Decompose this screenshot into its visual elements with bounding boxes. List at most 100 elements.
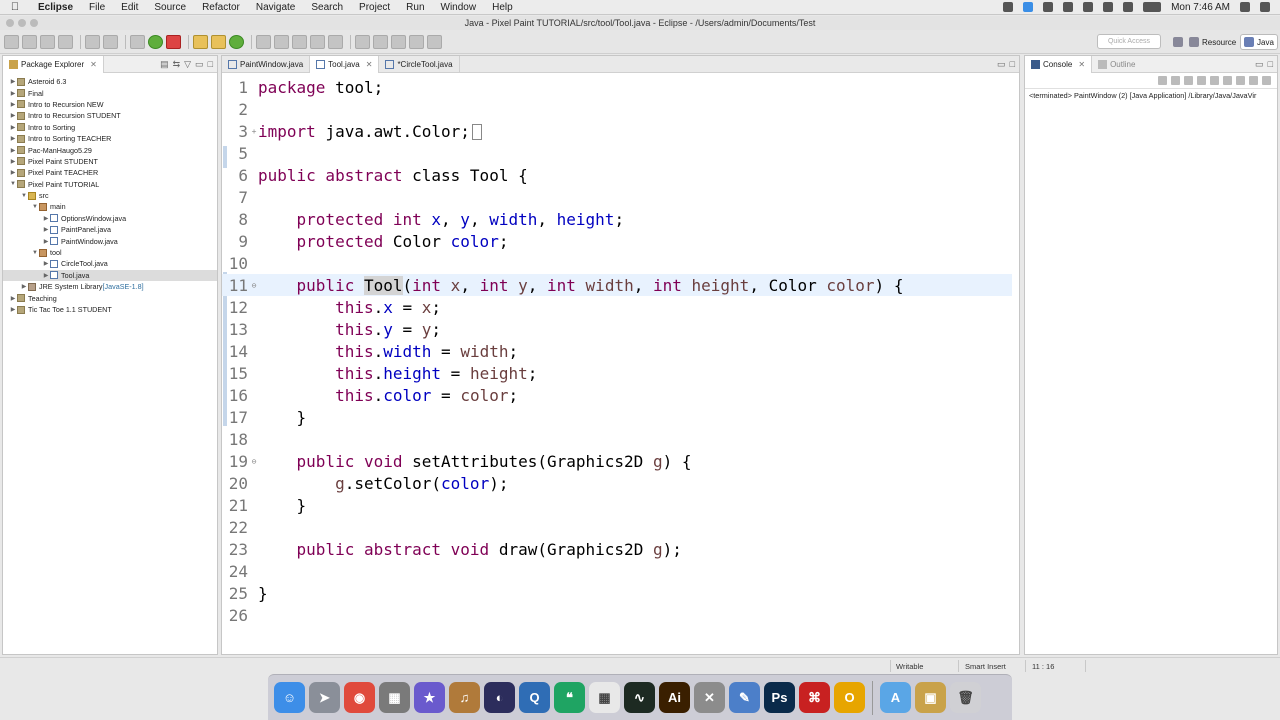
- tree-item[interactable]: ▶ Pixel Paint STUDENT: [3, 156, 217, 167]
- eclipse-icon[interactable]: ◐: [484, 682, 515, 713]
- tree-item[interactable]: ▶ PaintPanel.java: [3, 224, 217, 235]
- clock[interactable]: Mon 7:46 AM: [1171, 2, 1230, 13]
- collapsed-arrow-icon[interactable]: ▶: [42, 215, 50, 222]
- tab-package-explorer[interactable]: Package Explorer ✕: [3, 55, 104, 73]
- expand-fold-icon[interactable]: +: [250, 127, 258, 136]
- tree-item[interactable]: ▶ Intro to Recursion STUDENT: [3, 110, 217, 121]
- new-icon[interactable]: [4, 34, 19, 49]
- tree-item[interactable]: ▶ Tool.java: [3, 269, 217, 282]
- previous-annotation-icon[interactable]: [373, 34, 388, 49]
- save-all-icon[interactable]: [40, 34, 55, 49]
- tree-item[interactable]: ▶ Final: [3, 87, 217, 98]
- tree-item[interactable]: ▶ Intro to Sorting: [3, 122, 217, 133]
- menu-help[interactable]: Help: [484, 2, 521, 13]
- tree-item[interactable]: ▼ Pixel Paint TUTORIAL: [3, 179, 217, 190]
- tab-outline[interactable]: Outline: [1092, 56, 1141, 73]
- last-edit-location-icon[interactable]: [391, 34, 406, 49]
- code-line[interactable]: 18: [222, 428, 1012, 450]
- chrome-icon[interactable]: ◉: [344, 682, 375, 713]
- close-window-icon[interactable]: [6, 19, 14, 27]
- menu-source[interactable]: Source: [146, 2, 194, 13]
- imovie-icon[interactable]: ★: [414, 682, 445, 713]
- code-line[interactable]: 3 + import java.awt.Color;: [222, 120, 1012, 142]
- word-wrap-icon[interactable]: [1223, 76, 1232, 85]
- tree-item[interactable]: ▶ Teaching: [3, 292, 217, 303]
- tree-item[interactable]: ▶ OptionsWindow.java: [3, 213, 217, 224]
- tree-item[interactable]: ▼ tool: [3, 247, 217, 258]
- collapsed-arrow-icon[interactable]: ▶: [9, 90, 17, 97]
- menu-run[interactable]: Run: [398, 2, 432, 13]
- collapsed-arrow-icon[interactable]: ▶: [42, 238, 50, 245]
- minimize-icon[interactable]: ▭: [195, 59, 204, 70]
- tab-tool-java[interactable]: Tool.java ✕: [310, 55, 380, 73]
- maximize-icon[interactable]: □: [1268, 59, 1273, 70]
- code-line[interactable]: 19 ⊖ public void setAttributes(Graphics2D…: [222, 450, 1012, 472]
- applications-folder-icon[interactable]: A: [880, 682, 911, 713]
- toggle-mark-occurrences-icon[interactable]: [292, 34, 307, 49]
- scroll-lock-icon[interactable]: [1210, 76, 1219, 85]
- close-icon[interactable]: ✕: [90, 56, 97, 73]
- code-editor[interactable]: 1 package tool; 2 3 + import java.awt.Color; 5…: [222, 73, 1019, 653]
- menu-refactor[interactable]: Refactor: [194, 2, 248, 13]
- code-line[interactable]: 23 public abstract void draw(Graphics2D …: [222, 538, 1012, 560]
- tab-circletool-java[interactable]: *CircleTool.java: [379, 55, 460, 73]
- textedit-icon[interactable]: ✎: [729, 682, 760, 713]
- quicktime-icon[interactable]: Q: [519, 682, 550, 713]
- code-line[interactable]: 9 protected Color color;: [222, 230, 1012, 252]
- link-with-editor-icon[interactable]: ⇆: [173, 59, 181, 70]
- collapsed-arrow-icon[interactable]: ▶: [9, 135, 17, 142]
- bluetooth-icon[interactable]: [1083, 2, 1094, 12]
- omnifocus-icon[interactable]: O: [834, 682, 865, 713]
- code-line[interactable]: 5: [222, 142, 1012, 164]
- collapse-fold-icon[interactable]: ⊖: [250, 281, 258, 290]
- build-icon[interactable]: [85, 34, 100, 49]
- status-insert-mode[interactable]: Smart Insert: [965, 662, 1006, 671]
- tab-console[interactable]: Console ✕: [1025, 55, 1093, 73]
- open-perspective-button[interactable]: [1170, 34, 1186, 50]
- app-menu[interactable]: Eclipse: [30, 2, 81, 13]
- collapsed-arrow-icon[interactable]: ▶: [9, 124, 17, 131]
- code-line[interactable]: 26: [222, 604, 1012, 626]
- hangouts-icon[interactable]: ❝: [554, 682, 585, 713]
- volume-icon[interactable]: [1123, 2, 1134, 12]
- minimize-icon[interactable]: ▭: [997, 59, 1006, 70]
- sync-icon[interactable]: [1043, 2, 1054, 12]
- battery-icon[interactable]: [1143, 2, 1162, 12]
- code-line[interactable]: 10: [222, 252, 1012, 274]
- open-console-icon[interactable]: [1262, 76, 1271, 85]
- code-line[interactable]: 22: [222, 516, 1012, 538]
- tree-item[interactable]: ▼ src: [3, 190, 217, 201]
- collapsed-arrow-icon[interactable]: ▶: [9, 158, 17, 165]
- print-icon[interactable]: [58, 34, 73, 49]
- code-line[interactable]: 25}: [222, 582, 1012, 604]
- trash-icon[interactable]: 🗑: [950, 682, 981, 713]
- remove-all-icon[interactable]: [1184, 76, 1193, 85]
- collapsed-arrow-icon[interactable]: ▶: [9, 295, 17, 302]
- next-annotation-icon[interactable]: [355, 34, 370, 49]
- maximize-icon[interactable]: □: [208, 59, 213, 70]
- forward-icon[interactable]: [427, 34, 442, 49]
- save-icon[interactable]: [22, 34, 37, 49]
- menu-project[interactable]: Project: [351, 2, 398, 13]
- calculator-icon[interactable]: ▦: [379, 682, 410, 713]
- collapse-all-icon[interactable]: ▤: [160, 59, 169, 70]
- tree-item[interactable]: ▶ Pac-ManHaugo5.29: [3, 144, 217, 155]
- tree-item[interactable]: ▼ main: [3, 201, 217, 212]
- collapsed-arrow-icon[interactable]: ▶: [9, 78, 17, 85]
- code-line[interactable]: 8 protected int x, y, width, height;: [222, 208, 1012, 230]
- new-java-project-icon[interactable]: [193, 34, 208, 49]
- block-selection-icon[interactable]: [328, 34, 343, 49]
- folded-code-marker[interactable]: [471, 124, 482, 140]
- perspective-resource-button[interactable]: Resource: [1186, 34, 1239, 50]
- collapsed-arrow-icon[interactable]: ▶: [9, 169, 17, 176]
- collapsed-arrow-icon[interactable]: ▶: [42, 226, 50, 233]
- code-line[interactable]: 13 this.y = y;: [222, 318, 1012, 340]
- tree-item[interactable]: ▶ PaintWindow.java: [3, 235, 217, 246]
- spotlight-icon[interactable]: [1240, 2, 1250, 12]
- tree-item[interactable]: ▶ JRE System Library [JavaSE-1.8]: [3, 281, 217, 292]
- pin-console-icon[interactable]: [1236, 76, 1245, 85]
- minimize-window-icon[interactable]: [18, 19, 26, 27]
- view-menu-icon[interactable]: ▽: [184, 59, 191, 70]
- display-console-icon[interactable]: [1249, 76, 1258, 85]
- collapse-fold-icon[interactable]: ⊖: [250, 457, 258, 466]
